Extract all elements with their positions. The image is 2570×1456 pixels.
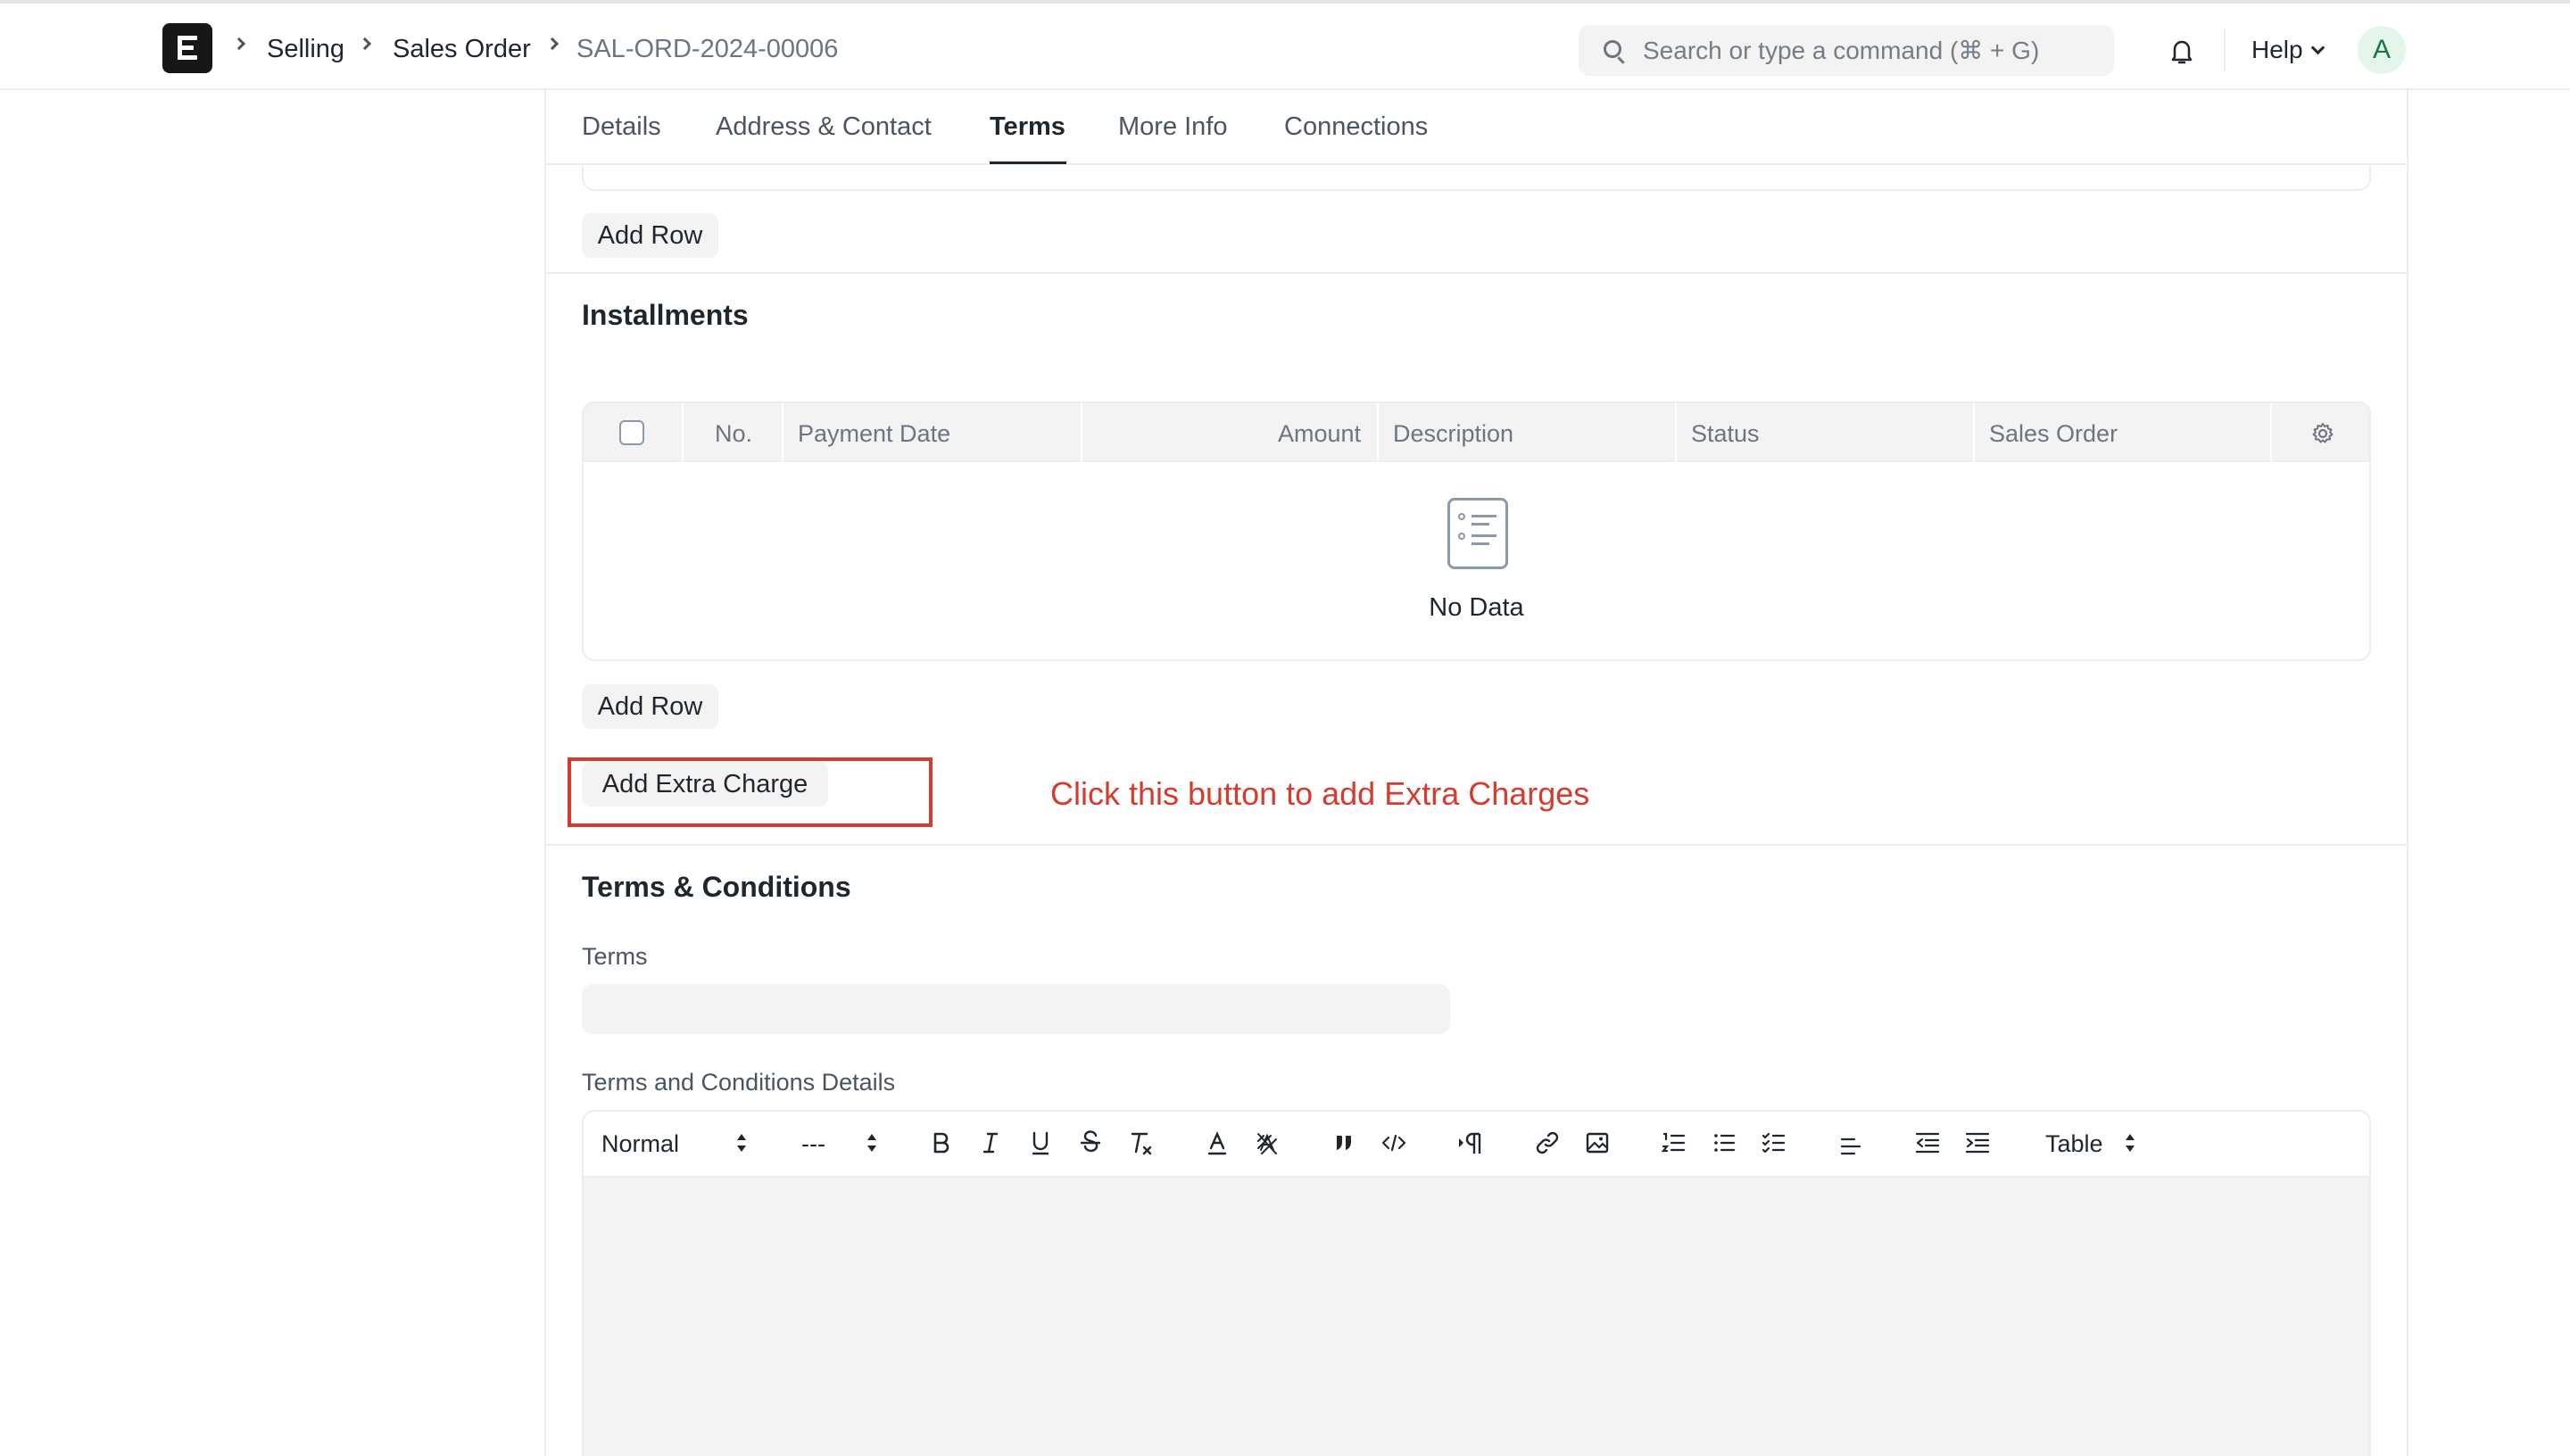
- column-divider: [1973, 403, 1975, 462]
- italic-icon[interactable]: [974, 1127, 1007, 1159]
- terms-details-label: Terms and Conditions Details: [582, 1069, 896, 1096]
- page-frame-left: [544, 90, 546, 1456]
- align-icon[interactable]: [1835, 1127, 1867, 1159]
- column-header-status: Status: [1691, 420, 1760, 447]
- breadcrumb-chevron-icon: [358, 37, 372, 51]
- empty-list-icon: [1447, 498, 1508, 569]
- search-bar[interactable]: Search or type a command (⌘ + G): [1579, 25, 2114, 76]
- breadcrumb-chevron-icon: [545, 37, 560, 51]
- tab-connections[interactable]: Connections: [1284, 112, 1428, 142]
- breadcrumb-chevron-icon: [232, 37, 246, 51]
- bullet-list-icon[interactable]: [1708, 1127, 1740, 1159]
- logo-letter-icon: [178, 36, 197, 61]
- annotation-highlight-box: [568, 757, 933, 827]
- installments-title: Installments: [582, 299, 749, 331]
- app-logo[interactable]: [162, 23, 212, 73]
- search-icon: [1604, 40, 1621, 58]
- table-header: No. Payment Date Amount Description Stat…: [584, 403, 2369, 462]
- column-divider: [2270, 403, 2272, 462]
- strikethrough-icon[interactable]: [1074, 1127, 1107, 1159]
- form-tabs: Details Address & Contact Terms More Inf…: [546, 90, 2407, 165]
- top-navbar: Selling Sales Order SAL-ORD-2024-00006 S…: [0, 0, 2570, 90]
- add-row-button[interactable]: Add Row: [582, 684, 718, 729]
- chevron-down-icon[interactable]: [2310, 40, 2325, 55]
- tab-details[interactable]: Details: [582, 112, 661, 142]
- paragraph-icon[interactable]: [1455, 1127, 1487, 1159]
- empty-state-text: No Data: [1429, 593, 1524, 622]
- indent-icon[interactable]: [1961, 1127, 1994, 1159]
- rich-text-editor[interactable]: Normal --- Table: [582, 1110, 2371, 1456]
- outdent-icon[interactable]: [1911, 1127, 1944, 1159]
- style-select-arrows-icon[interactable]: [737, 1134, 746, 1154]
- tab-more-info[interactable]: More Info: [1118, 112, 1228, 142]
- column-header-no: No.: [715, 420, 753, 447]
- breadcrumb-sales-order[interactable]: Sales Order: [393, 34, 531, 64]
- clear-format-icon[interactable]: [1124, 1127, 1156, 1159]
- column-header-sales-order: Sales Order: [1989, 420, 2118, 447]
- check-list-icon[interactable]: [1758, 1127, 1790, 1159]
- style-select[interactable]: Normal: [601, 1129, 679, 1158]
- highlight-icon[interactable]: [1251, 1127, 1283, 1159]
- breadcrumb-selling[interactable]: Selling: [267, 34, 344, 64]
- column-header-description: Description: [1393, 420, 1514, 447]
- add-row-button[interactable]: Add Row: [582, 213, 718, 258]
- text-color-icon[interactable]: [1201, 1127, 1233, 1159]
- table-select-arrows-icon[interactable]: [2126, 1134, 2135, 1154]
- table-select[interactable]: Table: [2045, 1129, 2103, 1158]
- installments-table: No. Payment Date Amount Description Stat…: [582, 401, 2371, 661]
- section-divider: [546, 272, 2407, 274]
- bold-icon[interactable]: [924, 1127, 957, 1159]
- section-divider: [546, 844, 2407, 846]
- blockquote-icon[interactable]: [1328, 1127, 1360, 1159]
- code-icon[interactable]: [1378, 1127, 1410, 1159]
- column-divider: [1081, 403, 1082, 462]
- underline-icon[interactable]: [1024, 1127, 1057, 1159]
- tab-address-contact[interactable]: Address & Contact: [716, 112, 932, 142]
- gear-icon[interactable]: [2310, 421, 2335, 446]
- size-select[interactable]: ---: [801, 1129, 825, 1158]
- active-tab-indicator: [990, 161, 1066, 164]
- link-icon[interactable]: [1531, 1127, 1563, 1159]
- column-divider: [782, 403, 783, 462]
- terms-label: Terms: [582, 943, 648, 970]
- bell-icon[interactable]: [2167, 36, 2197, 66]
- size-select-arrows-icon[interactable]: [867, 1134, 876, 1154]
- column-header-amount: Amount: [1278, 420, 1362, 447]
- navbar-divider: [2224, 29, 2226, 71]
- image-icon[interactable]: [1581, 1127, 1613, 1159]
- tab-terms[interactable]: Terms: [990, 112, 1065, 142]
- editor-content-area[interactable]: [584, 1179, 2369, 1456]
- column-divider: [1377, 403, 1379, 462]
- help-menu[interactable]: Help: [2251, 35, 2303, 65]
- payment-schedule-table: [582, 166, 2371, 191]
- avatar[interactable]: A: [2358, 26, 2406, 74]
- terms-field[interactable]: [582, 984, 1450, 1034]
- select-all-checkbox[interactable]: [619, 420, 644, 445]
- breadcrumb-document-id: SAL-ORD-2024-00006: [576, 35, 839, 63]
- terms-section-title: Terms & Conditions: [582, 871, 851, 903]
- column-divider: [682, 403, 684, 462]
- page-frame-right: [2407, 90, 2408, 1456]
- editor-toolbar: Normal --- Table: [584, 1112, 2369, 1178]
- annotation-callout: Click this button to add Extra Charges: [1050, 775, 1590, 812]
- column-header-payment-date: Payment Date: [798, 420, 951, 447]
- search-input[interactable]: Search or type a command (⌘ + G): [1643, 36, 2039, 65]
- column-divider: [1675, 403, 1677, 462]
- ordered-list-icon[interactable]: [1658, 1127, 1690, 1159]
